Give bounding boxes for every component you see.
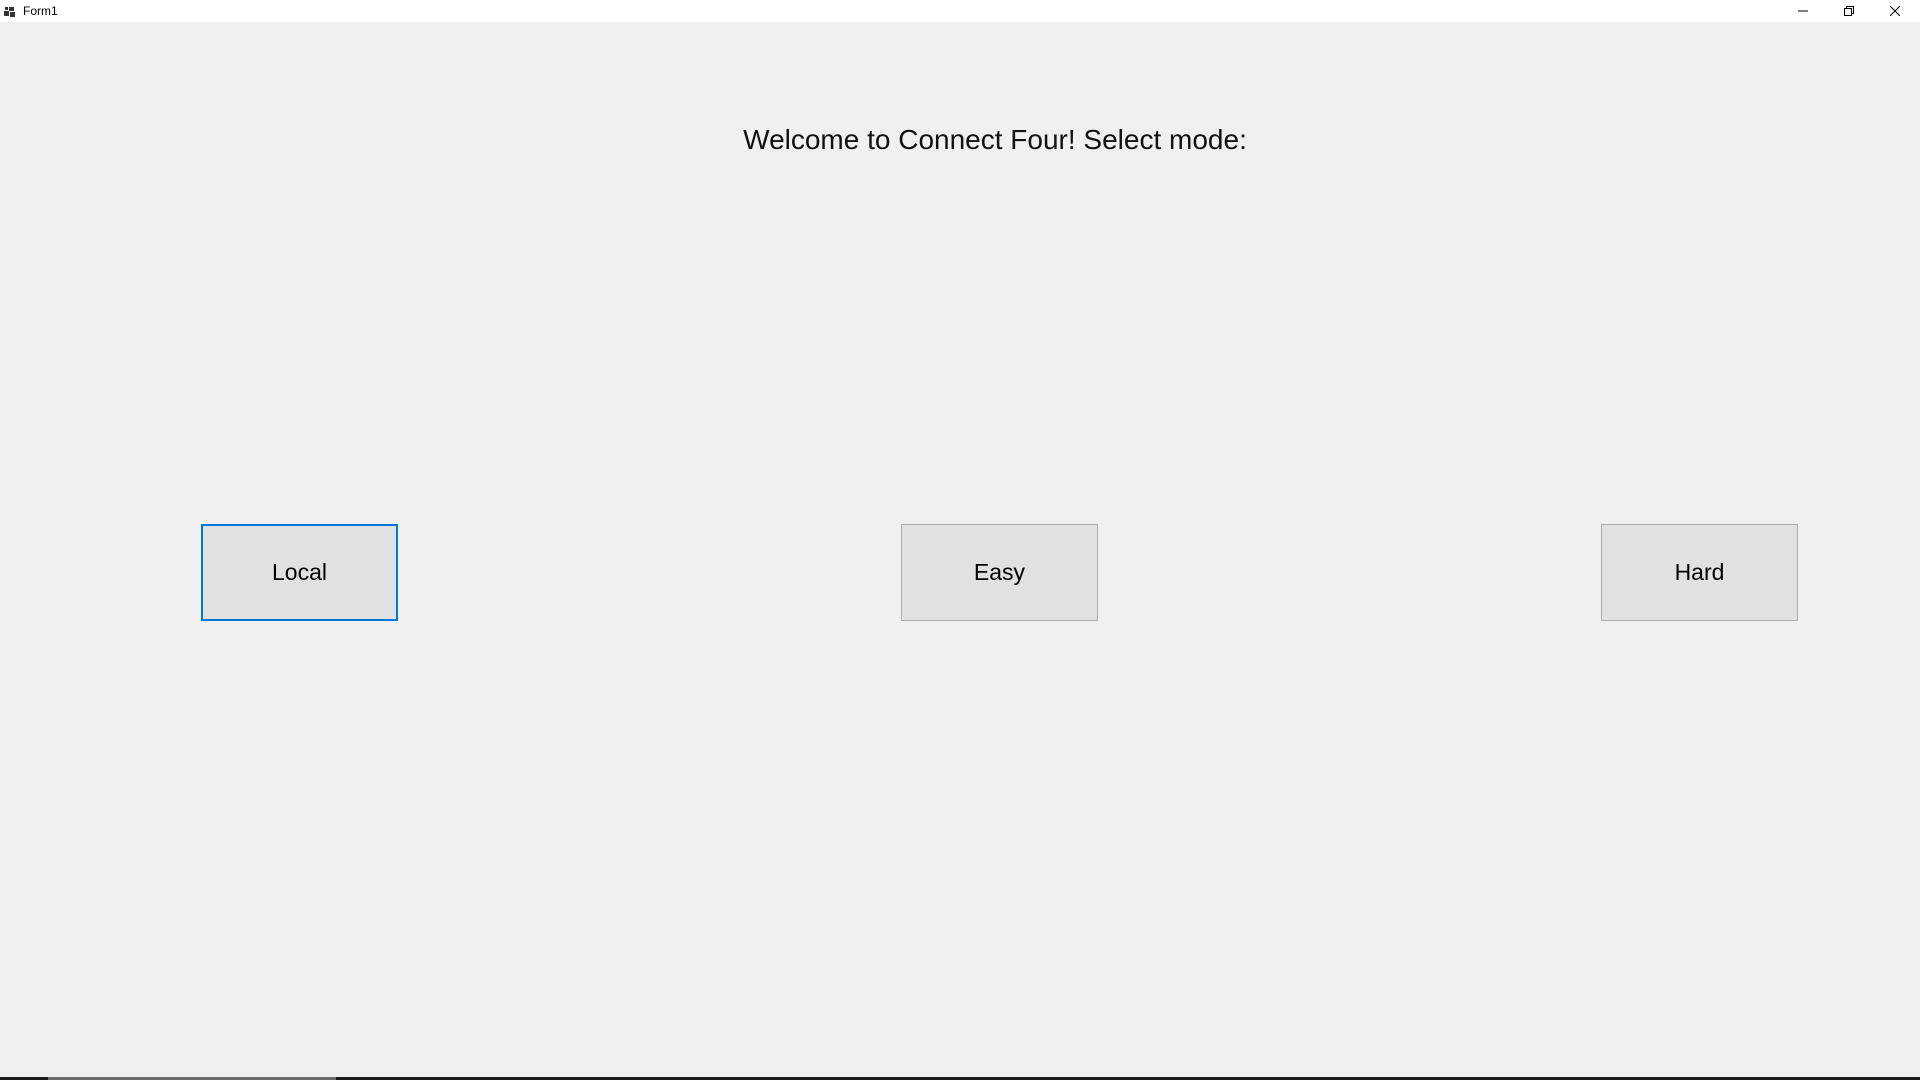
restore-icon xyxy=(1844,6,1854,16)
app-window: Form1 Welcome to Connect Four! Select mo… xyxy=(0,0,1920,1080)
minimize-icon xyxy=(1798,6,1808,16)
hard-button[interactable]: Hard xyxy=(1601,524,1798,621)
welcome-label: Welcome to Connect Four! Select mode: xyxy=(743,124,1247,155)
easy-button[interactable]: Easy xyxy=(901,524,1098,621)
local-button-label: Local xyxy=(272,559,327,585)
hard-button-label: Hard xyxy=(1674,559,1725,585)
window-title: Form1 xyxy=(23,4,58,18)
minimize-button[interactable] xyxy=(1780,0,1826,22)
easy-button-label: Easy xyxy=(973,559,1026,585)
title-bar[interactable]: Form1 xyxy=(0,0,1920,22)
local-button[interactable]: Local xyxy=(201,524,398,621)
close-button[interactable] xyxy=(1872,0,1918,22)
close-icon xyxy=(1890,6,1900,16)
app-form-icon xyxy=(4,5,16,17)
restore-button[interactable] xyxy=(1826,0,1872,22)
